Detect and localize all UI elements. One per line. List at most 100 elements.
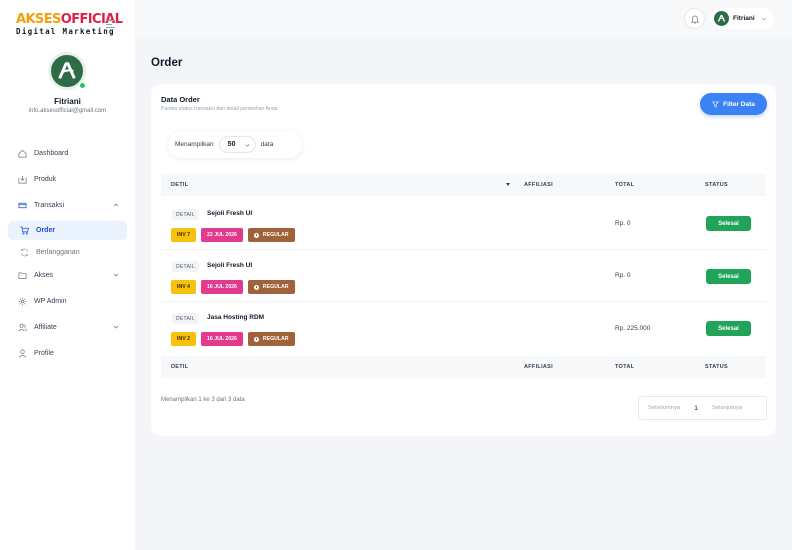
pagination: Sebelumnya 1 Selanjutnya xyxy=(638,396,767,420)
product-name: Sejoli Fresh UI xyxy=(207,210,253,217)
folder-icon xyxy=(18,271,27,280)
page-number-button[interactable]: 1 xyxy=(694,405,698,412)
card-subtitle: Pantau status transaksi dan detail pembe… xyxy=(161,106,278,112)
home-icon xyxy=(18,149,27,158)
sidebar-item-akses[interactable]: Akses xyxy=(8,265,127,286)
date-badge: 16 JUL 2026 xyxy=(200,280,243,294)
sidebar-item-label: Transaksi xyxy=(34,202,65,209)
order-card: Data Order Pantau status transaksi dan d… xyxy=(151,84,776,436)
page-length-control: Menampilkan 50 data xyxy=(168,131,302,158)
total-value: Rp. 0 xyxy=(615,272,631,279)
topbar: Fitriani xyxy=(135,0,792,38)
sidebar-item-berlangganan[interactable]: Berlangganan xyxy=(8,243,127,262)
box-icon xyxy=(18,175,27,184)
type-label: REGULAR xyxy=(262,336,289,342)
profile-email: info.aksesofficial@gmail.com xyxy=(28,108,107,114)
filter-data-label: Filter Data xyxy=(723,100,755,108)
user-name: Fitriani xyxy=(733,15,755,22)
column-header-status[interactable]: STATUS xyxy=(705,182,728,188)
date-badge: 22 JUL 2026 xyxy=(200,228,243,242)
sort-icon[interactable] xyxy=(506,183,510,186)
table-footer-header: DETIL AFFILIASI TOTAL STATUS xyxy=(161,356,766,378)
menu-toggle-icon[interactable] xyxy=(106,20,115,28)
sidebar-item-label: Produk xyxy=(34,176,57,183)
detail-button[interactable]: DETAIL xyxy=(172,313,199,324)
sidebar-item-affiliate[interactable]: Affiliate xyxy=(8,317,127,338)
table-info: Menampilkan 1 ke 3 dari 3 data xyxy=(161,397,245,403)
type-label: REGULAR xyxy=(262,284,289,290)
type-label: REGULAR xyxy=(262,232,289,238)
detail-button[interactable]: DETAIL xyxy=(172,209,199,220)
sidebar-item-label: Affiliate xyxy=(34,324,57,331)
sidebar: AKSESOFFICIAL Digital Marketing Fitriani… xyxy=(0,0,135,550)
next-page-button[interactable]: Selanjutnya xyxy=(712,405,742,411)
column-footer-status: STATUS xyxy=(705,364,728,370)
sidebar-item-wp-admin[interactable]: WP Admin xyxy=(8,291,127,312)
sidebar-item-dashboard[interactable]: Dashboard xyxy=(8,143,127,164)
info-icon xyxy=(253,232,259,238)
table-header: DETIL AFFILIASI TOTAL STATUS xyxy=(161,174,766,196)
table-row: DETAIL Sejoli Fresh UI INV 4 16 JUL 2026… xyxy=(161,250,766,302)
type-badge: REGULAR xyxy=(247,280,295,294)
invoice-badge: INV 4 xyxy=(171,280,196,294)
chevron-down-icon xyxy=(245,144,250,147)
page-title: Order xyxy=(151,57,183,69)
info-icon xyxy=(253,336,259,342)
detail-button[interactable]: DETAIL xyxy=(172,261,199,272)
info-icon xyxy=(253,284,259,290)
bell-icon xyxy=(690,15,699,23)
chevron-down-icon xyxy=(113,273,119,277)
sidebar-item-produk[interactable]: Produk xyxy=(8,169,127,190)
chevron-up-icon xyxy=(113,203,119,207)
chevron-down-icon xyxy=(761,17,767,21)
cart-icon xyxy=(20,226,29,235)
card-title: Data Order xyxy=(161,95,200,104)
column-header-affiliasi[interactable]: AFFILIASI xyxy=(524,182,553,188)
table-row: DETAIL Sejoli Fresh UI INV 7 22 JUL 2026… xyxy=(161,198,766,250)
credit-card-icon xyxy=(18,201,27,210)
filter-data-button[interactable]: Filter Data xyxy=(700,93,767,115)
notification-button[interactable] xyxy=(684,8,705,29)
user-icon xyxy=(18,349,27,358)
status-badge[interactable]: Selesai xyxy=(706,216,751,231)
total-value: Rp. 225.000 xyxy=(615,325,651,332)
sidebar-item-label: Akses xyxy=(34,272,54,279)
sidebar-nav: Dashboard Produk Transaksi Order Berlang… xyxy=(8,143,127,369)
status-badge[interactable]: Selesai xyxy=(706,321,751,336)
length-suffix: data xyxy=(260,141,274,148)
refresh-icon xyxy=(20,248,29,257)
column-header-total[interactable]: TOTAL xyxy=(615,182,634,188)
type-badge: REGULAR xyxy=(247,332,295,346)
table-row: DETAIL Jasa Hosting RDM INV 2 16 JUL 202… xyxy=(161,302,766,354)
length-prefix: Menampilkan xyxy=(175,141,214,148)
date-badge: 16 JUL 2026 xyxy=(200,332,243,346)
sidebar-item-label: Berlangganan xyxy=(36,249,80,256)
sidebar-item-order[interactable]: Order xyxy=(8,221,127,240)
page-length-select[interactable]: 50 xyxy=(218,136,256,153)
product-name: Jasa Hosting RDM xyxy=(207,314,265,321)
sidebar-item-transaksi[interactable]: Transaksi xyxy=(8,195,127,216)
type-badge: REGULAR xyxy=(247,228,295,242)
chevron-down-icon xyxy=(113,325,119,329)
status-badge[interactable]: Selesai xyxy=(706,269,751,284)
column-header-detil[interactable]: DETIL xyxy=(171,182,188,188)
invoice-badge: INV 7 xyxy=(171,228,196,242)
sidebar-item-label: WP Admin xyxy=(34,298,67,305)
gear-icon xyxy=(18,297,27,306)
column-footer-total: TOTAL xyxy=(615,364,635,370)
sidebar-item-label: Profile xyxy=(34,350,54,357)
sidebar-item-label: Order xyxy=(36,227,56,234)
brand-name-part1: AKSES xyxy=(16,12,61,27)
brand-tagline: Digital Marketing xyxy=(16,27,115,36)
column-footer-detil: DETIL xyxy=(171,364,189,370)
users-icon xyxy=(18,323,27,332)
sidebar-item-label: Dashboard xyxy=(34,150,69,157)
sidebar-item-profile[interactable]: Profile xyxy=(8,343,127,364)
user-menu[interactable]: Fitriani xyxy=(710,8,774,29)
prev-page-button[interactable]: Sebelumnya xyxy=(648,405,680,411)
column-footer-affiliasi: AFFILIASI xyxy=(524,364,553,370)
invoice-badge: INV 2 xyxy=(171,332,196,346)
avatar xyxy=(714,11,729,26)
filter-icon xyxy=(712,101,720,108)
total-value: Rp. 0 xyxy=(615,220,631,227)
